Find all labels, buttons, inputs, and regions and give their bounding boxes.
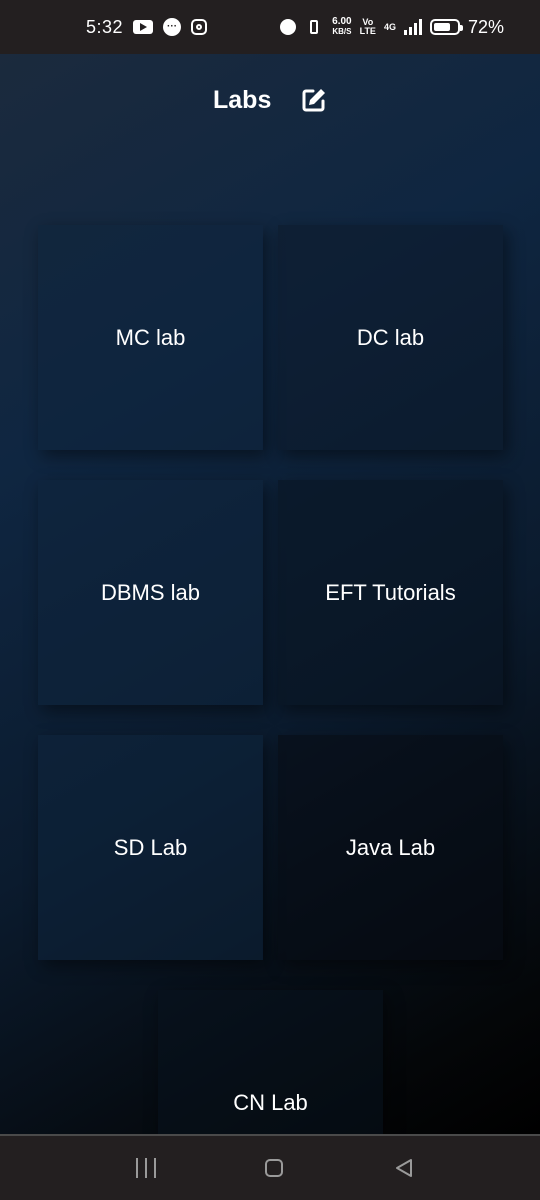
network-speed-unit: KB/S: [332, 27, 352, 36]
lab-card-label: MC lab: [115, 324, 186, 350]
recent-apps-icon[interactable]: [136, 1158, 156, 1178]
lab-card-dc[interactable]: DC lab: [278, 225, 503, 450]
volte-indicator: Vo LTE: [360, 18, 376, 36]
alarm-icon: [280, 19, 297, 35]
lab-card-sd[interactable]: SD Lab: [38, 735, 263, 960]
battery-percent: 72%: [467, 16, 504, 37]
youtube-icon: [133, 20, 154, 34]
page-title: Labs: [213, 86, 272, 114]
status-right: 6.00 KB/S Vo LTE 4G 72%: [280, 0, 504, 54]
app-bar: Labs: [0, 54, 540, 150]
lab-card-label: EFT Tutorials: [325, 579, 456, 605]
signal-icon: [403, 19, 422, 35]
network-speed: 6.00 KB/S: [332, 17, 351, 37]
lab-card-label: Java Lab: [345, 834, 436, 860]
messages-icon: ···: [163, 18, 182, 36]
edit-icon[interactable]: [300, 86, 328, 114]
volte-bottom: LTE: [359, 26, 376, 36]
status-left: 5:32 ···: [86, 0, 208, 54]
lab-card-java[interactable]: Java Lab: [278, 735, 503, 960]
lab-card-cn[interactable]: CN Lab: [158, 990, 383, 1134]
lab-card-label: DBMS lab: [100, 579, 201, 605]
lab-card-label: SD Lab: [113, 834, 188, 860]
battery-icon: [429, 19, 463, 35]
battery-fill: [433, 23, 450, 31]
home-icon[interactable]: [265, 1159, 283, 1177]
network-type: 4G: [383, 21, 396, 32]
system-nav-bar: [0, 1134, 540, 1200]
lab-card-label: DC lab: [356, 324, 425, 350]
labs-screen: Labs MC lab DC lab DBMS lab EFT Tutorial…: [0, 54, 540, 1134]
lab-card-label: CN Lab: [233, 1090, 308, 1115]
back-icon[interactable]: [394, 1158, 414, 1178]
network-speed-value: 6.00: [332, 16, 352, 27]
lab-card-eft[interactable]: EFT Tutorials: [278, 480, 503, 705]
lab-card-dbms[interactable]: DBMS lab: [38, 480, 263, 705]
vibrate-icon: [304, 19, 324, 35]
status-bar: 5:32 ··· 6.00 KB/S Vo LTE 4G 72%: [0, 0, 540, 54]
lab-card-mc[interactable]: MC lab: [38, 225, 263, 450]
status-time: 5:32: [86, 16, 124, 37]
instagram-icon: [191, 19, 208, 35]
